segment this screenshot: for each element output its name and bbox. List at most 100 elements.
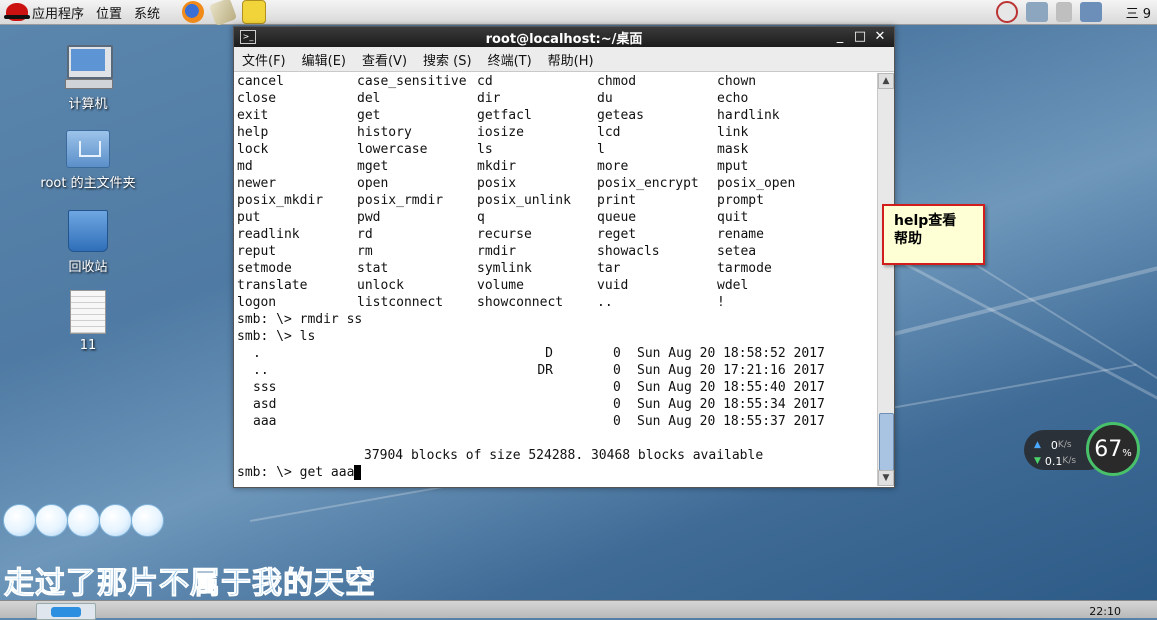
taskbar-clock[interactable]: 22:10 — [1089, 605, 1121, 618]
desktop-icon-label: 计算机 — [68, 97, 108, 112]
command-name: quit — [717, 210, 749, 225]
notes-editor-icon[interactable] — [242, 0, 267, 24]
command-name: q — [477, 210, 485, 225]
menu-terminal[interactable]: 终端(T) — [480, 50, 540, 69]
command-name: setmode — [237, 261, 292, 276]
command-name: link — [717, 125, 749, 140]
command-name: readlink — [237, 227, 300, 242]
desktop-icon-file[interactable]: 11 — [38, 290, 138, 353]
lyric-bubble — [99, 504, 132, 537]
minimize-button[interactable]: _ — [830, 27, 850, 47]
note-line: help查看 — [894, 213, 957, 229]
download-arrow-icon: ▼ — [1034, 456, 1041, 466]
command-name: getfacl — [477, 108, 532, 123]
command-name: close — [237, 91, 277, 106]
command-name: exit — [237, 108, 269, 123]
command-name: mget — [357, 159, 389, 174]
command-name: stat — [357, 261, 389, 276]
applications-menu[interactable]: 应用程序 — [0, 0, 90, 24]
terminal-output[interactable]: cancel case_sensitive cd chmod chown close del… — [234, 73, 877, 486]
command-name: tarmode — [717, 261, 772, 276]
gauge-percent: 67 — [1094, 436, 1123, 462]
prompt-text: smb: \> rmdir ss — [237, 312, 363, 327]
file-size: 0 — [613, 363, 621, 378]
desktop-icon-label: 回收站 — [68, 260, 108, 275]
file-attributes: DR — [537, 363, 553, 378]
command-name: lowercase — [357, 142, 428, 157]
file-size: 0 — [613, 380, 621, 395]
menu-file[interactable]: 文件(F) — [234, 50, 294, 69]
current-command: smb: \> get aaa — [237, 465, 355, 480]
command-name: unlock — [357, 278, 404, 293]
computer-icon — [65, 45, 113, 89]
command-name: rename — [717, 227, 764, 242]
command-name: del — [357, 91, 381, 106]
desktop-icon-trash[interactable]: 回收站 — [38, 210, 138, 275]
places-menu-label: 位置 — [96, 6, 123, 22]
volume-icon[interactable] — [1055, 2, 1072, 22]
menu-view[interactable]: 查看(V) — [354, 50, 415, 69]
network-speed-widget[interactable]: ▲ 0 K/s ▼ 0.1 K/s 67% — [1024, 422, 1142, 478]
panel-clock[interactable]: 三 9 — [1120, 0, 1157, 24]
command-name: logon — [237, 295, 277, 310]
desktop-icon-home[interactable]: root 的主文件夹 — [38, 130, 138, 191]
command-name: chmod — [597, 74, 637, 89]
command-name: prompt — [717, 193, 764, 208]
command-name: ! — [717, 295, 725, 310]
command-name: chown — [717, 74, 757, 89]
command-name: hardlink — [717, 108, 780, 123]
text-file-icon — [70, 290, 106, 334]
mail-icon[interactable] — [208, 0, 238, 27]
system-menu[interactable]: 系统 — [128, 0, 166, 24]
upload-arrow-icon: ▲ — [1034, 440, 1041, 450]
close-button[interactable]: ✕ — [870, 27, 890, 47]
command-name: help — [237, 125, 269, 140]
terminal-window[interactable]: >_ root@localhost:~/桌面 _ □ ✕ 文件(F) 编辑(E)… — [233, 26, 895, 488]
display-icon[interactable] — [1079, 2, 1102, 22]
scroll-thumb[interactable] — [879, 413, 894, 471]
menu-edit[interactable]: 编辑(E) — [294, 50, 354, 69]
scroll-down-arrow[interactable]: ▼ — [878, 470, 894, 486]
command-name: .. — [597, 295, 613, 310]
file-name: asd — [253, 397, 277, 412]
command-name: ls — [477, 142, 493, 157]
command-name: mkdir — [477, 159, 517, 174]
lyric-bubble — [67, 504, 100, 537]
command-name: rd — [357, 227, 373, 242]
menu-help[interactable]: 帮助(H) — [540, 50, 602, 69]
terminal-titlebar[interactable]: >_ root@localhost:~/桌面 _ □ ✕ — [234, 27, 894, 47]
command-name: dir — [477, 91, 501, 106]
command-name: wdel — [717, 278, 749, 293]
upload-speed: 0 — [1050, 438, 1058, 452]
command-name: l — [597, 142, 605, 157]
command-name: posix — [477, 176, 517, 191]
command-name: iosize — [477, 125, 524, 140]
command-name: pwd — [357, 210, 381, 225]
maximize-button[interactable]: □ — [850, 27, 870, 47]
desktop-lyric: 走过了那片不属于我的天空 — [4, 566, 376, 602]
lyric-bubble — [35, 504, 68, 537]
speed-unit: K/s — [1057, 440, 1072, 450]
memory-gauge[interactable]: 67% — [1086, 422, 1140, 476]
firefox-icon[interactable] — [182, 1, 205, 23]
command-name: lcd — [597, 125, 621, 140]
terminal-scrollbar[interactable]: ▲ ▼ — [877, 73, 894, 486]
menu-search[interactable]: 搜索 (S) — [415, 50, 480, 69]
command-name: posix_open — [717, 176, 796, 191]
taskbar-window-button[interactable] — [36, 603, 96, 620]
desktop-icon-label: 11 — [79, 338, 97, 353]
desktop-icon-computer[interactable]: 计算机 — [38, 45, 138, 112]
places-menu[interactable]: 位置 — [90, 0, 128, 24]
command-name: more — [597, 159, 629, 174]
network-icon[interactable] — [1025, 2, 1048, 22]
command-name: history — [357, 125, 412, 140]
file-name: .. — [253, 363, 269, 378]
update-icon[interactable] — [995, 1, 1018, 23]
command-name: cd — [477, 74, 493, 89]
command-name: rm — [357, 244, 373, 259]
file-attributes: D — [545, 346, 553, 361]
command-name: get — [357, 108, 381, 123]
command-name: showacls — [597, 244, 660, 259]
command-name: posix_rmdir — [357, 193, 444, 208]
scroll-up-arrow[interactable]: ▲ — [878, 73, 894, 89]
